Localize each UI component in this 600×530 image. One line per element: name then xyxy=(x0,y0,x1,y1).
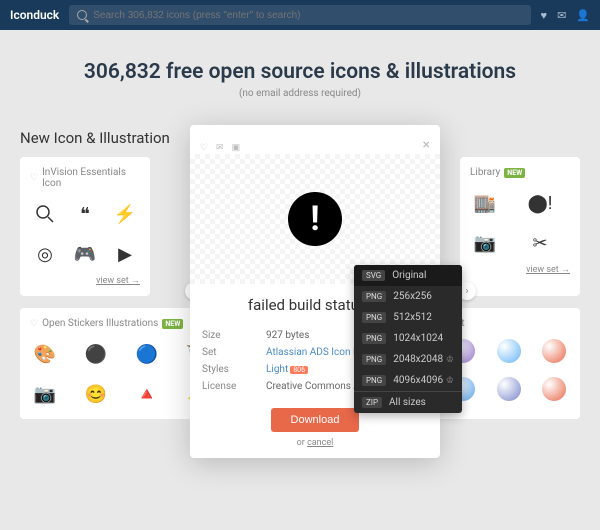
page-subtitle: (no email address required) xyxy=(20,88,580,99)
color-swatch[interactable] xyxy=(542,339,566,363)
download-option-png-512[interactable]: PNG512x512 xyxy=(354,307,462,328)
download-option-zip[interactable]: ZIPAll sizes xyxy=(354,391,462,413)
heart-icon[interactable]: ♡ xyxy=(30,319,38,329)
cancel-row: or cancel xyxy=(200,438,430,448)
cancel-link[interactable]: cancel xyxy=(307,438,333,448)
store-icon[interactable]: 🏬 xyxy=(470,188,500,218)
inbox-icon[interactable]: ✉ xyxy=(216,143,224,153)
sticker-icon[interactable]: ⚫ xyxy=(81,339,111,369)
panel-title: InVision Essentials Icon xyxy=(42,167,140,189)
search-icon[interactable] xyxy=(30,199,60,229)
color-swatch[interactable] xyxy=(497,339,521,363)
search-box[interactable] xyxy=(69,5,530,25)
quote-icon[interactable]: ❝ xyxy=(70,199,100,229)
sticker-icon[interactable]: 🔺 xyxy=(132,379,162,409)
download-option-png-4096[interactable]: PNG4096x4096♔ xyxy=(354,370,462,391)
lightning-icon[interactable]: ⚡ xyxy=(110,199,140,229)
inbox-icon[interactable]: ✉ xyxy=(557,9,566,22)
search-icon xyxy=(77,10,87,20)
sticker-icon[interactable]: 📷 xyxy=(30,379,60,409)
search-input[interactable] xyxy=(93,10,522,21)
app-header: Iconduck ♥ ✉ 👤 xyxy=(0,0,600,30)
style-link[interactable]: Light xyxy=(266,364,288,375)
panel-invision: ♡ InVision Essentials Icon ❝ ⚡ ◎ 🎮 ▶ view… xyxy=(20,157,150,296)
meta-table: Size927 bytes SetAtlassian ADS Icon Lib … xyxy=(200,326,368,396)
close-icon[interactable]: × xyxy=(423,137,430,153)
heart-icon[interactable]: ♡ xyxy=(30,173,38,183)
crown-icon: ♔ xyxy=(446,355,454,365)
image-icon[interactable]: ▣ xyxy=(232,143,241,153)
camera-off-icon[interactable]: 📷 xyxy=(470,228,500,258)
download-button[interactable]: Download xyxy=(271,408,360,432)
logo[interactable]: Iconduck xyxy=(10,8,59,22)
gamepad-icon[interactable]: 🎮 xyxy=(70,239,100,269)
sticker-icon[interactable]: 😊 xyxy=(81,379,111,409)
download-option-png-2048[interactable]: PNG2048x2048♔ xyxy=(354,349,462,370)
panel-title: Open Stickers Illustrations xyxy=(42,318,158,329)
download-option-png-1024[interactable]: PNG1024x1024 xyxy=(354,328,462,349)
alert-icon[interactable]: ⬤! xyxy=(525,188,555,218)
download-format-menu: SVGOriginal PNG256x256 PNG512x512 PNG102… xyxy=(354,265,462,413)
cut-icon[interactable]: ✂ xyxy=(525,228,555,258)
crown-icon: ♔ xyxy=(446,376,454,386)
heart-icon[interactable]: ♥ xyxy=(541,9,548,22)
set-link[interactable]: Atlassian ADS Icon Lib xyxy=(266,347,366,358)
panel-title: Library xyxy=(470,167,500,178)
failed-build-icon: ! xyxy=(288,192,342,246)
heart-icon[interactable]: ♡ xyxy=(200,143,208,153)
color-swatch[interactable] xyxy=(542,377,566,401)
download-option-svg[interactable]: SVGOriginal xyxy=(354,265,462,286)
sticker-icon[interactable]: 🎨 xyxy=(30,339,60,369)
play-icon[interactable]: ▶ xyxy=(110,239,140,269)
view-set-link[interactable]: view set → xyxy=(470,264,570,275)
new-badge: NEW xyxy=(162,319,183,329)
target-icon[interactable]: ◎ xyxy=(30,239,60,269)
download-option-png-256[interactable]: PNG256x256 xyxy=(354,286,462,307)
view-set-link[interactable]: view set → xyxy=(30,275,140,286)
user-icon[interactable]: 👤 xyxy=(576,9,590,22)
sticker-icon[interactable]: 🔵 xyxy=(132,339,162,369)
panel-library: Library NEW 🏬 ⬤! 📷 ✂ view set → xyxy=(460,157,580,296)
color-swatch[interactable] xyxy=(497,377,521,401)
new-badge: NEW xyxy=(504,168,525,178)
page-title: 306,832 free open source icons & illustr… xyxy=(20,60,580,84)
